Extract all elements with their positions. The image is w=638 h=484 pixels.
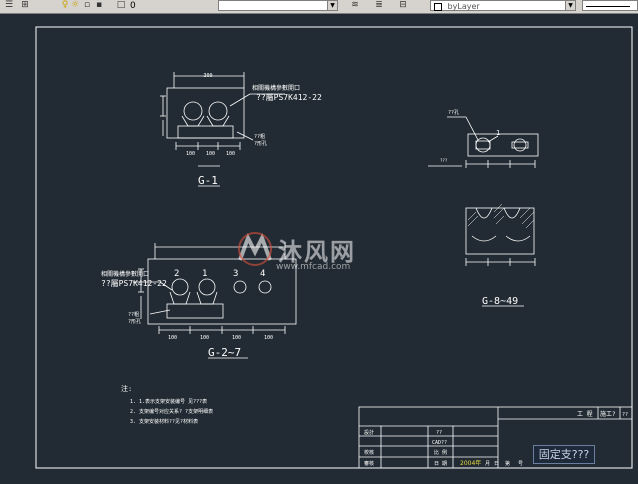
layer-iso-icon[interactable]: ⊟ — [398, 1, 408, 10]
g27-dim-1: 100 — [200, 335, 209, 341]
color-icon[interactable]: ▪ — [94, 1, 104, 10]
lock-icon[interactable]: ▫ — [82, 1, 92, 10]
layer-state-icon[interactable]: ⊞ — [20, 1, 30, 10]
tb-cell-2: 比 例 — [434, 449, 447, 456]
g27-side-b: ?形孔 — [128, 318, 141, 325]
notes-title: 注: — [121, 384, 132, 393]
linetype-dropdown[interactable] — [582, 0, 638, 11]
layer-prev-icon[interactable]: ≣ — [374, 1, 384, 10]
g1-top-dim: 300 — [203, 73, 212, 79]
tb-stage-label: 施工? — [600, 410, 616, 418]
tb-cell-1: CAD?? — [432, 440, 447, 446]
g27-note-main: 相關機構參數開口 — [101, 270, 149, 278]
g1-note-main: 相關機構參數開口 — [252, 84, 300, 92]
g8-view-label: G-8~49 — [482, 296, 518, 307]
tb-cell-3: 日 期 — [434, 461, 447, 467]
g27-dim-3: 100 — [264, 335, 273, 341]
g1-dim-1: 100 — [206, 151, 215, 157]
lightbulb-icon[interactable]: ♀ — [60, 1, 70, 10]
g27-dim-0: 100 — [168, 335, 177, 341]
g1-dim-0: 100 — [186, 151, 195, 157]
chevron-down-icon: ▼ — [565, 1, 575, 10]
tb-sheet-of: 号 — [518, 461, 523, 467]
color-dropdown[interactable]: byLayer ▼ — [430, 0, 576, 11]
tb-row-0: 設計 — [364, 429, 374, 436]
color-dropdown-value: byLayer — [447, 2, 480, 11]
tb-row-2: 審核 — [364, 460, 374, 467]
tb-date-year: 2004年 — [460, 459, 481, 467]
g1-pipe-right — [208, 101, 228, 121]
top-toolbar: ☰ ⊞ ♀ ☼ ▫ ▪ □ 0 ▼ ≋ ≣ ⊟ byLayer ▼ — [0, 0, 638, 14]
mfcad-logo-icon — [238, 232, 272, 266]
g1-side-a: ??粗 — [254, 133, 265, 140]
g8-num: 1 — [496, 129, 500, 137]
view-g8-49 — [428, 116, 539, 266]
drawing-name-box: 固定支??? — [533, 445, 595, 464]
tb-row-1: 校核 — [364, 449, 374, 456]
g1-pipe-left — [183, 101, 203, 121]
notes-line-3: 3. 支架安装材料??见?材料表 — [130, 418, 198, 425]
color-swatch-icon — [434, 2, 442, 11]
tb-date-day: 日 — [494, 461, 499, 467]
g27-num-1: 1 — [202, 269, 207, 279]
watermark: 沐风网 www.mfcad.com — [236, 228, 416, 276]
tb-sheet: 第 — [505, 460, 510, 467]
drawing-canvas[interactable]: 300 相關機構參數開口 ??屬PS7K412-22 ??粗 ?形孔 100 1… — [0, 14, 638, 484]
checkbox-icon[interactable]: □ — [116, 1, 126, 10]
match-prop-icon[interactable]: ≋ — [350, 1, 360, 10]
tb-stage-code: ?? — [622, 412, 628, 418]
g27-dim-2: 100 — [232, 335, 241, 341]
g1-note-sub: ??屬PS7K412-22 — [256, 93, 322, 102]
notes-line-1: 1. 1.表示支架安装编号 见???表 — [130, 398, 207, 405]
g1-view-label: G-1 — [198, 174, 218, 187]
g27-num-0: 2 — [174, 269, 179, 279]
tb-cell-0: ?? — [436, 430, 442, 436]
watermark-url: www.mfcad.com — [276, 262, 351, 272]
g27-note-sub: ??屬PS7K412-22 — [101, 279, 167, 288]
layer-dropdown[interactable]: ▼ — [218, 0, 338, 11]
g8-small: ??? — [440, 158, 448, 163]
notes-line-2: 2. 支架编号对应关系? ?支架明细表 — [130, 408, 213, 415]
g27-view-label: G-2~7 — [208, 346, 241, 359]
g1-side-b: ?形孔 — [254, 140, 267, 147]
layer-name-value: 0 — [130, 1, 136, 11]
tb-project-label: 工 程 — [577, 410, 593, 418]
sun-icon[interactable]: ☼ — [70, 1, 80, 10]
g8-note: ??孔 — [448, 109, 459, 116]
linetype-sample — [586, 6, 630, 7]
g1-dim-2: 100 — [226, 151, 235, 157]
tb-date-month: 月 — [485, 461, 490, 467]
g27-side-a: ??粗 — [128, 311, 139, 318]
chevron-down-icon: ▼ — [327, 1, 337, 10]
layer-props-icon[interactable]: ☰ — [4, 1, 14, 10]
